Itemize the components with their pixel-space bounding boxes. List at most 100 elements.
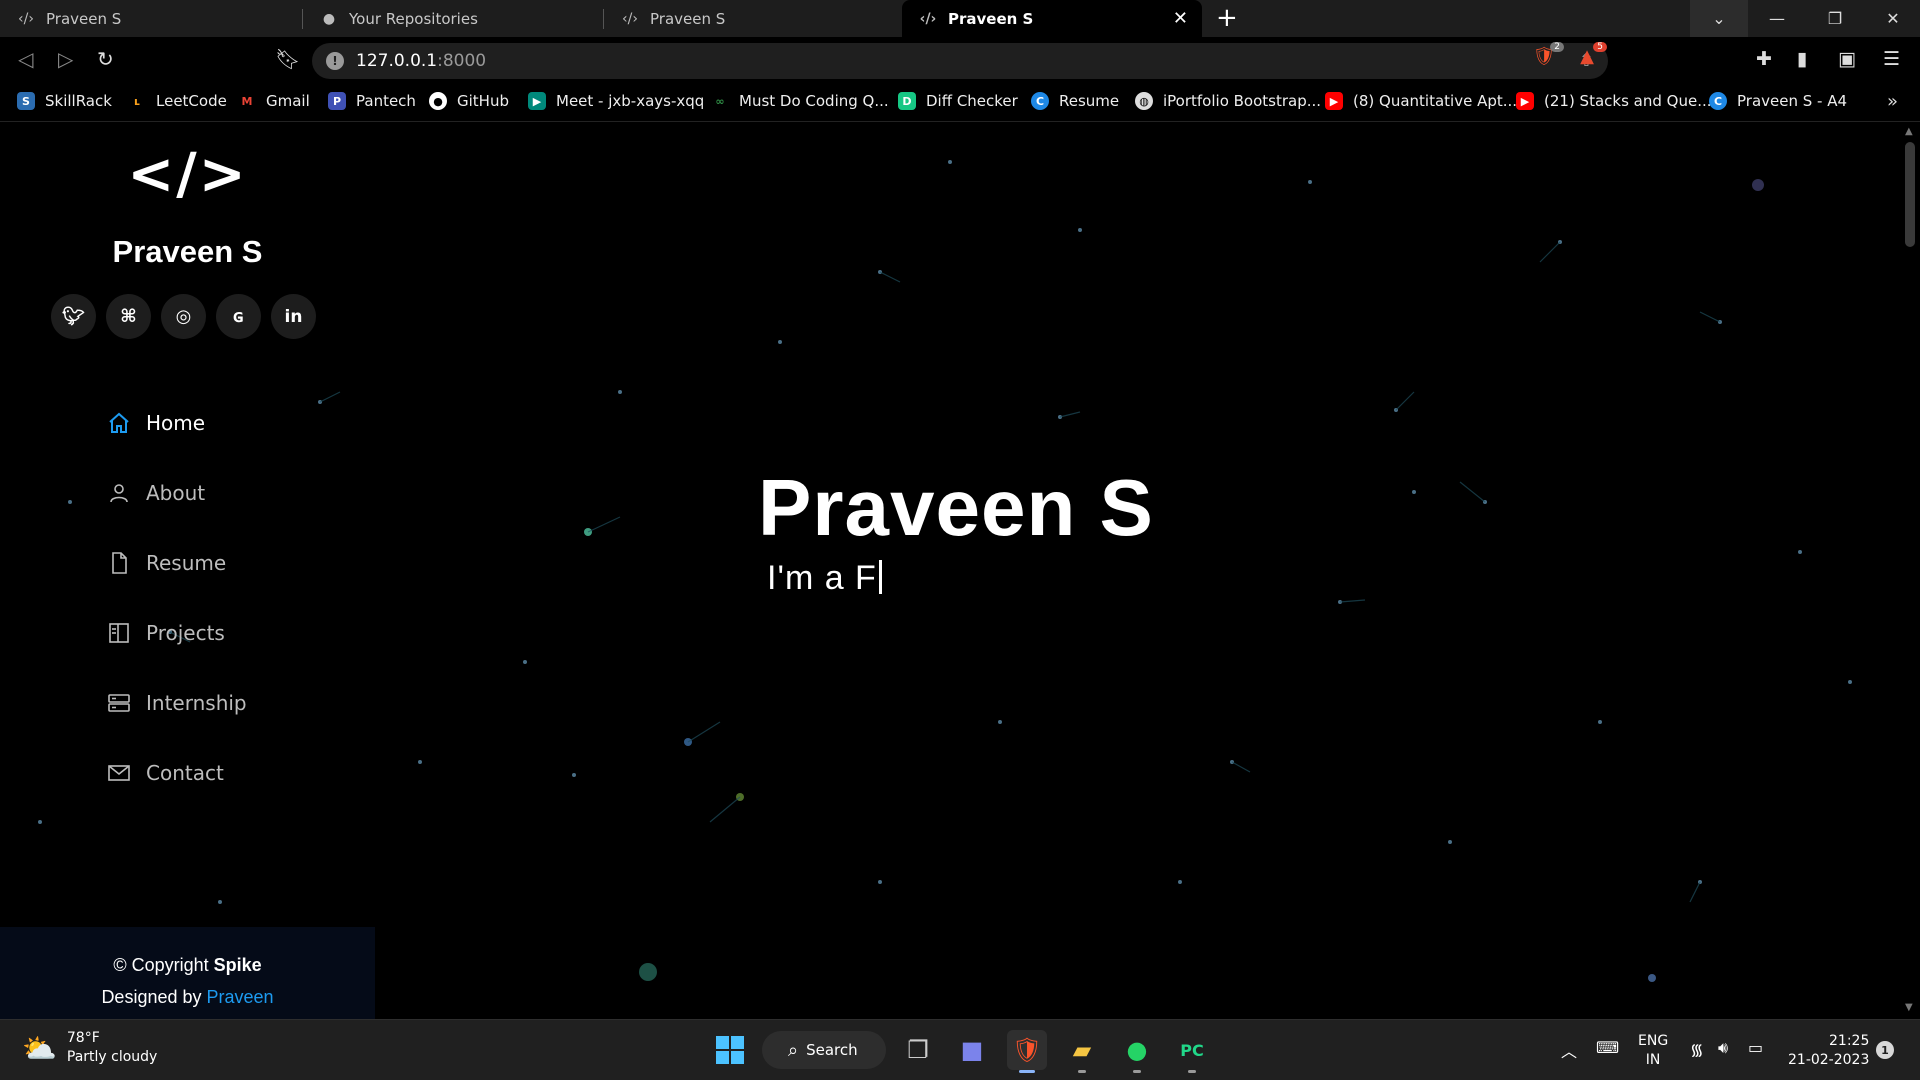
nav-internship[interactable]: Internship [106, 668, 247, 738]
tab-praveen-1[interactable]: ‹/› Praveen S [0, 0, 300, 37]
windows-icon [716, 1036, 744, 1064]
folder-icon: ▰ [1072, 1036, 1092, 1064]
bookmark-github[interactable]: ● GitHub [429, 92, 509, 110]
diffchecker-icon: D [898, 92, 916, 110]
brave-shields-icon[interactable]: 🛡︎ 2 [1532, 42, 1564, 72]
bookmark-praveen-a4[interactable]: C Praveen S - A4 [1709, 92, 1847, 110]
bookmark-diff-checker[interactable]: D Diff Checker [898, 92, 1018, 110]
page-scrollbar[interactable]: ▲ ▼ [1900, 122, 1920, 1019]
show-hidden-icons[interactable]: ︿ [1561, 1038, 1577, 1062]
wallet-icon[interactable]: ▣ [1838, 48, 1856, 70]
copyright-brand: Spike [213, 955, 262, 975]
bookmark-resume[interactable]: C Resume [1031, 92, 1119, 110]
tab-your-repositories[interactable]: ● Your Repositories [303, 0, 603, 37]
scroll-up-icon[interactable]: ▲ [1905, 126, 1913, 137]
system-clock[interactable]: 21:25 21-02-2023 [1788, 1032, 1869, 1070]
github-link[interactable]: ⌘ [106, 294, 151, 339]
menu-icon[interactable]: ☰ [1883, 48, 1900, 70]
sidebar-icon[interactable]: ▮ [1797, 48, 1807, 70]
bookmark-icon[interactable]: 🔖︎ [275, 47, 300, 71]
pycharm-button[interactable]: PC [1172, 1030, 1212, 1073]
brave-icon: 🛡︎ [1011, 1036, 1043, 1064]
twitter-link[interactable]: 🐦︎ [51, 294, 96, 339]
volume-icon[interactable]: 🔊︎ [1718, 1038, 1728, 1058]
linkedin-link[interactable]: in [271, 294, 316, 339]
bookmark-gmail[interactable]: M Gmail [238, 92, 310, 110]
instagram-link[interactable]: ◎ [161, 294, 206, 339]
bookmark-iportfolio[interactable]: ◍ iPortfolio Bootstrap... [1135, 92, 1321, 110]
teams-chat-button[interactable]: ■ [952, 1030, 992, 1070]
nav-home[interactable]: Home [106, 388, 247, 458]
bookmark-pantech[interactable]: P Pantech [328, 92, 416, 110]
tab-search-button[interactable]: ⌄ [1690, 0, 1748, 37]
twitter-icon: 🐦︎ [62, 306, 85, 327]
github-icon: ● [429, 92, 447, 110]
nav-label: About [146, 481, 206, 505]
nav-resume[interactable]: Resume [106, 528, 247, 598]
weather-widget[interactable]: ⛅ 78°F Partly cloudy [22, 1029, 157, 1067]
bookmark-skillrack[interactable]: S SkillRack [17, 92, 112, 110]
geeksforgeeks-link[interactable]: ɢ [216, 294, 261, 339]
extensions-icon[interactable]: ✚ [1756, 48, 1772, 70]
tab-title: Praveen S [948, 9, 1034, 28]
input-language[interactable]: ENG IN [1638, 1032, 1668, 1070]
weather-temp: 78°F [66, 1030, 100, 1046]
nav-about[interactable]: About [106, 458, 247, 528]
brave-taskbar-button[interactable]: 🛡︎ [1007, 1030, 1047, 1073]
back-icon[interactable]: ◁ [18, 47, 33, 71]
more-bookmarks-icon[interactable]: » [1887, 91, 1898, 112]
nav-projects[interactable]: Projects [106, 598, 247, 668]
brave-rewards-icon[interactable]: ▲ 5 [1575, 42, 1607, 72]
battery-icon[interactable]: ▭ [1748, 1038, 1763, 1057]
shields-badge: 2 [1550, 42, 1564, 52]
site-logo[interactable]: </> [0, 142, 375, 207]
scroll-down-icon[interactable]: ▼ [1905, 1002, 1913, 1013]
copyright-line: © Copyright Spike [0, 949, 375, 981]
forward-icon[interactable]: ▷ [58, 47, 73, 71]
copyright-prefix: © Copyright [113, 955, 214, 975]
profile-name[interactable]: Praveen S [0, 234, 375, 270]
nav-label: Contact [146, 761, 224, 785]
bookmark-gfg[interactable]: ∞ Must Do Coding Q... [711, 92, 888, 110]
page-viewport: </> Praveen S 🐦︎ ⌘ ◎ ɢ in Home About Res… [0, 122, 1900, 1019]
bookmark-label: Diff Checker [926, 92, 1018, 110]
envelope-icon [106, 760, 132, 786]
close-tab-icon[interactable]: ✕ [1173, 8, 1188, 29]
bookmark-label: SkillRack [45, 92, 112, 110]
geeksforgeeks-icon: ɢ [232, 306, 245, 327]
code-icon: ‹/› [622, 10, 638, 27]
tab-praveen-active[interactable]: ‹/› Praveen S ✕ [902, 0, 1202, 37]
clock-date: 21-02-2023 [1788, 1052, 1870, 1068]
windows-taskbar: ⛅ 78°F Partly cloudy ⌕ Search ❐ ■ 🛡︎ ▰ ●… [0, 1019, 1920, 1080]
restore-button[interactable]: ❐ [1806, 0, 1864, 37]
whatsapp-button[interactable]: ● [1117, 1030, 1157, 1073]
keyboard-icon[interactable]: ⌨ [1596, 1038, 1619, 1057]
minimize-button[interactable]: — [1748, 0, 1806, 37]
tab-praveen-2[interactable]: ‹/› Praveen S [604, 0, 904, 37]
taskbar-search[interactable]: ⌕ Search [762, 1031, 886, 1069]
reload-icon[interactable]: ↻ [97, 47, 114, 71]
task-view-button[interactable]: ❐ [898, 1030, 938, 1070]
notification-badge[interactable]: 1 [1876, 1041, 1894, 1059]
info-icon[interactable]: ! [326, 52, 344, 70]
designer-link[interactable]: Praveen [207, 987, 274, 1007]
file-icon [106, 550, 132, 576]
code-icon: ‹/› [919, 10, 937, 27]
bookmark-meet[interactable]: ▶ Meet - jxb-xays-xqq [528, 92, 704, 110]
bookmark-leetcode[interactable]: ʟ LeetCode [128, 92, 227, 110]
url-host: 127.0.0.1 [356, 51, 438, 71]
nav-label: Internship [146, 691, 247, 715]
nav-contact[interactable]: Contact [106, 738, 247, 808]
wifi-icon[interactable]: ᯾ [1690, 1038, 1704, 1060]
file-explorer-button[interactable]: ▰ [1062, 1030, 1102, 1073]
social-links: 🐦︎ ⌘ ◎ ɢ in [51, 294, 316, 339]
bookmarks-bar: S SkillRack ʟ LeetCode M Gmail P Pantech ● Gi… [0, 84, 1920, 122]
new-tab-button[interactable]: + [1216, 3, 1238, 33]
bookmark-quantitative[interactable]: ▶ (8) Quantitative Apt... [1325, 92, 1517, 110]
close-window-button[interactable]: ✕ [1864, 0, 1920, 37]
start-button[interactable] [710, 1030, 750, 1070]
scroll-thumb[interactable] [1905, 142, 1915, 247]
address-bar[interactable]: ! 127.0.0.1:8000 ⇪ [312, 43, 1608, 79]
url-port: :8000 [437, 51, 487, 71]
bookmark-stacks[interactable]: ▶ (21) Stacks and Que... [1516, 92, 1712, 110]
